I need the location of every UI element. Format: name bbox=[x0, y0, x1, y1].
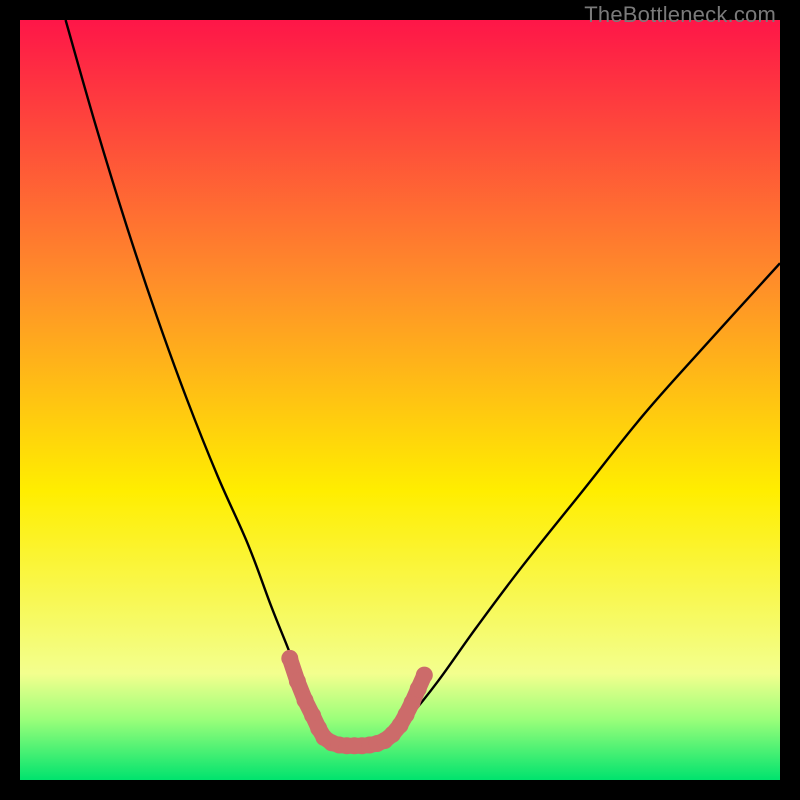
gradient-background bbox=[20, 20, 780, 780]
bottleneck-chart bbox=[20, 20, 780, 780]
watermark-text: TheBottleneck.com bbox=[584, 2, 776, 28]
chart-frame bbox=[20, 20, 780, 780]
